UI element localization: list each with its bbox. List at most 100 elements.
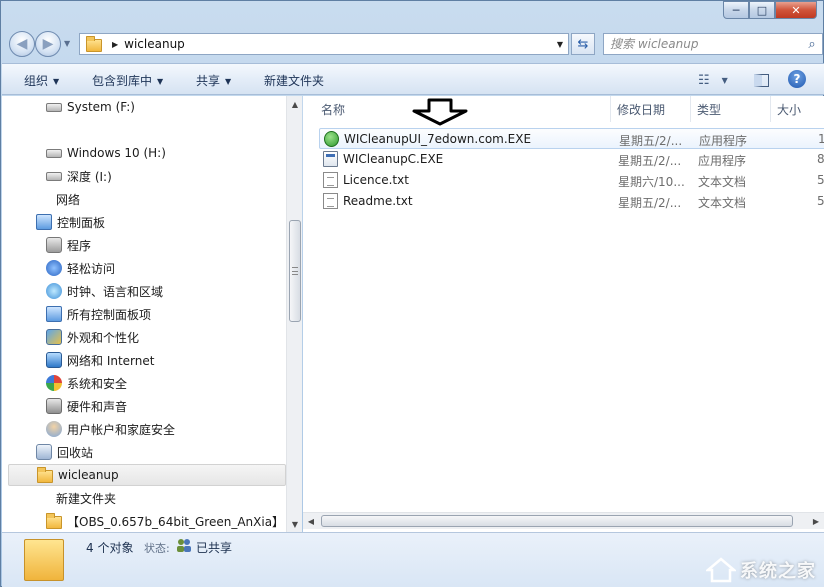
- minimize-button[interactable]: ─: [723, 1, 749, 19]
- clock-language-icon: [46, 283, 62, 299]
- column-header-size[interactable]: 大小: [771, 96, 824, 122]
- sidebar-item-user-accounts[interactable]: 用户帐户和家庭安全: [46, 418, 175, 440]
- file-row[interactable]: WICleanupC.EXE 星期五/2/... 应用程序 84: [319, 149, 824, 170]
- organize-menu[interactable]: 组织 ▼: [24, 72, 59, 89]
- grip-icon: [292, 267, 298, 275]
- folder-icon: [24, 539, 64, 581]
- new-folder-label: 新建文件夹: [264, 74, 325, 88]
- view-options-button[interactable]: ☷ ▼: [698, 70, 728, 90]
- sidebar-item-label: 程序: [67, 238, 92, 253]
- scroll-up-icon[interactable]: ▲: [287, 96, 303, 112]
- house-logo-icon: [706, 557, 736, 583]
- sidebar-item-new-folder[interactable]: 新建文件夹: [56, 487, 116, 509]
- sidebar-item-system-f[interactable]: System (F:): [46, 96, 135, 118]
- control-panel-icon: [36, 214, 52, 230]
- sidebar-scrollbar[interactable]: ▲ ▼: [286, 96, 302, 532]
- app-shield-icon: [324, 131, 339, 147]
- column-header-date[interactable]: 修改日期: [611, 96, 691, 122]
- share-menu[interactable]: 共享 ▼: [196, 72, 231, 89]
- horizontal-scrollbar[interactable]: ◀ ▶: [303, 512, 824, 529]
- sidebar-item-label: 所有控制面板项: [67, 307, 152, 322]
- sidebar-item-label: 硬件和声音: [67, 399, 128, 414]
- sidebar-item-label: 系统和安全: [67, 376, 128, 391]
- sidebar-item-clock-language[interactable]: 时钟、语言和区域: [46, 280, 163, 302]
- sidebar-item-label: 用户帐户和家庭安全: [67, 422, 176, 437]
- search-icon[interactable]: ⌕: [802, 37, 822, 52]
- appearance-icon: [46, 329, 62, 345]
- drive-icon: [46, 99, 62, 115]
- file-name: WICleanupC.EXE: [343, 152, 444, 166]
- scrollbar-thumb[interactable]: [289, 220, 301, 322]
- close-button[interactable]: ✕: [775, 1, 817, 19]
- scroll-down-icon[interactable]: ▼: [287, 516, 303, 532]
- address-dropdown-button[interactable]: ▼: [552, 34, 568, 54]
- sidebar-item-windows10-h[interactable]: Windows 10 (H:): [46, 142, 166, 164]
- file-name: Readme.txt: [343, 194, 413, 208]
- file-row[interactable]: Readme.txt 星期五/2/... 文本文档 5: [319, 191, 824, 212]
- sidebar-item-label: 时钟、语言和区域: [67, 284, 164, 299]
- details-pane: 4 个对象 状态: 已共享 系统之家: [2, 532, 824, 587]
- sidebar-item-label: 网络: [56, 192, 81, 207]
- sidebar-item-hardware-sound[interactable]: 硬件和声音: [46, 395, 127, 417]
- file-type: 应用程序: [699, 134, 748, 148]
- search-input[interactable]: [604, 35, 802, 53]
- folder-icon: [37, 467, 53, 483]
- system-security-icon: [46, 375, 62, 391]
- down-arrow-icon: [412, 98, 468, 126]
- network-icon: [46, 352, 62, 368]
- share-label: 共享: [196, 74, 221, 88]
- sidebar-item-obs-folder[interactable]: 【OBS_0.657b_64bit_Green_AnXia】: [46, 510, 284, 532]
- sidebar-item-recycle-bin[interactable]: 回收站: [36, 441, 93, 463]
- user-accounts-icon: [46, 421, 62, 437]
- maximize-button[interactable]: □: [749, 1, 775, 19]
- scroll-left-icon[interactable]: ◀: [303, 513, 319, 529]
- help-icon[interactable]: ?: [788, 70, 806, 88]
- sidebar-item-label: 回收站: [57, 445, 94, 460]
- sidebar-item-system-security[interactable]: 系统和安全: [46, 372, 127, 394]
- back-button[interactable]: ◀: [9, 31, 35, 57]
- file-date: 星期五/2/...: [619, 134, 683, 148]
- shared-users-icon: [176, 538, 192, 552]
- file-date: 星期六/10...: [618, 175, 685, 189]
- sidebar-item-label: Windows 10 (H:): [67, 146, 166, 160]
- forward-button[interactable]: ▶: [35, 31, 61, 57]
- sidebar-item-wicleanup[interactable]: wicleanup: [8, 464, 286, 486]
- sidebar-item-all-control-panel[interactable]: 所有控制面板项: [46, 303, 151, 325]
- sidebar-item-label: 控制面板: [57, 215, 106, 230]
- scroll-right-icon[interactable]: ▶: [808, 513, 824, 529]
- sidebar-item-label: 深度 (I:): [67, 169, 112, 184]
- control-panel-icon: [46, 306, 62, 322]
- sidebar-item-network-internet[interactable]: 网络和 Internet: [46, 349, 154, 371]
- preview-pane-button[interactable]: [754, 70, 769, 90]
- sidebar-item-network[interactable]: 网络: [56, 188, 80, 210]
- file-row[interactable]: WICleanupUI_7edown.com.EXE 星期五/2/... 应用程…: [319, 128, 824, 149]
- address-bar[interactable]: ▶ wicleanup ▼: [79, 33, 569, 55]
- command-bar: 组织 ▼ 包含到库中 ▼ 共享 ▼ 新建文件夹 ☷ ▼ ?: [2, 63, 824, 95]
- folder-icon: [46, 513, 62, 529]
- include-in-library-menu[interactable]: 包含到库中 ▼: [92, 72, 163, 89]
- watermark-logo: 系统之家: [706, 557, 816, 583]
- file-type: 文本文档: [698, 175, 747, 189]
- file-row[interactable]: Licence.txt 星期六/10... 文本文档 5: [319, 170, 824, 191]
- sidebar-item-control-panel[interactable]: 控制面板: [36, 211, 105, 233]
- column-header-name[interactable]: 名称: [315, 96, 611, 126]
- breadcrumb-separator-icon[interactable]: ▶: [112, 40, 118, 49]
- breadcrumb-item[interactable]: wicleanup: [124, 37, 185, 51]
- recent-pages-dropdown[interactable]: ▼: [64, 39, 70, 48]
- column-header-label: 修改日期: [617, 102, 666, 117]
- sidebar-item-programs[interactable]: 程序: [46, 234, 91, 256]
- text-document-icon: [323, 193, 338, 209]
- caption-buttons: ─ □ ✕: [723, 1, 817, 19]
- explorer-window: ─ □ ✕ ◀ ▶ ▼ ▶ wicleanup ▼ ⇆ ⌕ 组织 ▼: [0, 0, 824, 587]
- text-document-icon: [323, 172, 338, 188]
- preview-pane-icon: [754, 73, 769, 87]
- column-header-type[interactable]: 类型: [691, 96, 771, 122]
- column-header-label: 名称: [321, 102, 346, 117]
- chevron-down-icon: ▼: [53, 77, 60, 86]
- sidebar-item-appearance[interactable]: 外观和个性化: [46, 326, 139, 348]
- refresh-button[interactable]: ⇆: [571, 33, 595, 55]
- sidebar-item-ease-of-access[interactable]: 轻松访问: [46, 257, 115, 279]
- sidebar-item-deepin-i[interactable]: 深度 (I:): [46, 165, 112, 187]
- scrollbar-thumb[interactable]: [321, 515, 793, 527]
- new-folder-button[interactable]: 新建文件夹: [264, 72, 324, 89]
